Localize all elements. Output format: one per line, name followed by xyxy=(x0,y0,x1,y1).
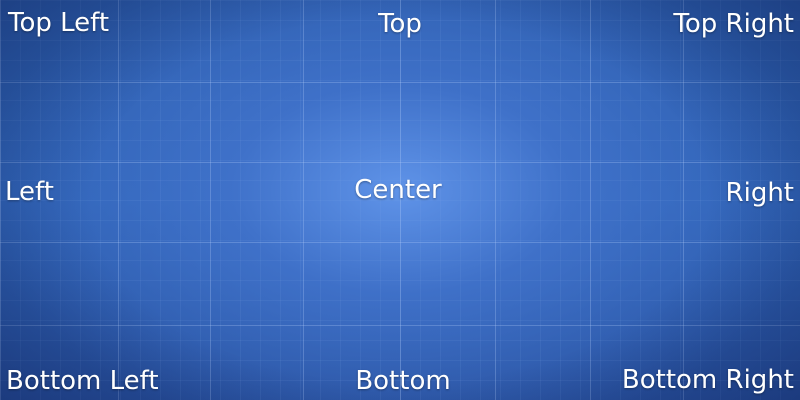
label-left: Left xyxy=(5,177,54,207)
blueprint-canvas: Top Left Top Top Right Left Center Right… xyxy=(0,0,800,400)
label-bottom-right: Bottom Right xyxy=(621,365,794,395)
label-top: Top xyxy=(378,9,422,39)
label-top-left: Top Left xyxy=(8,8,110,38)
label-bottom: Bottom xyxy=(355,366,451,396)
label-center: Center xyxy=(354,175,442,205)
label-bottom-left: Bottom Left xyxy=(6,366,159,396)
label-top-right: Top Right xyxy=(673,9,794,39)
label-right: Right xyxy=(725,178,794,208)
